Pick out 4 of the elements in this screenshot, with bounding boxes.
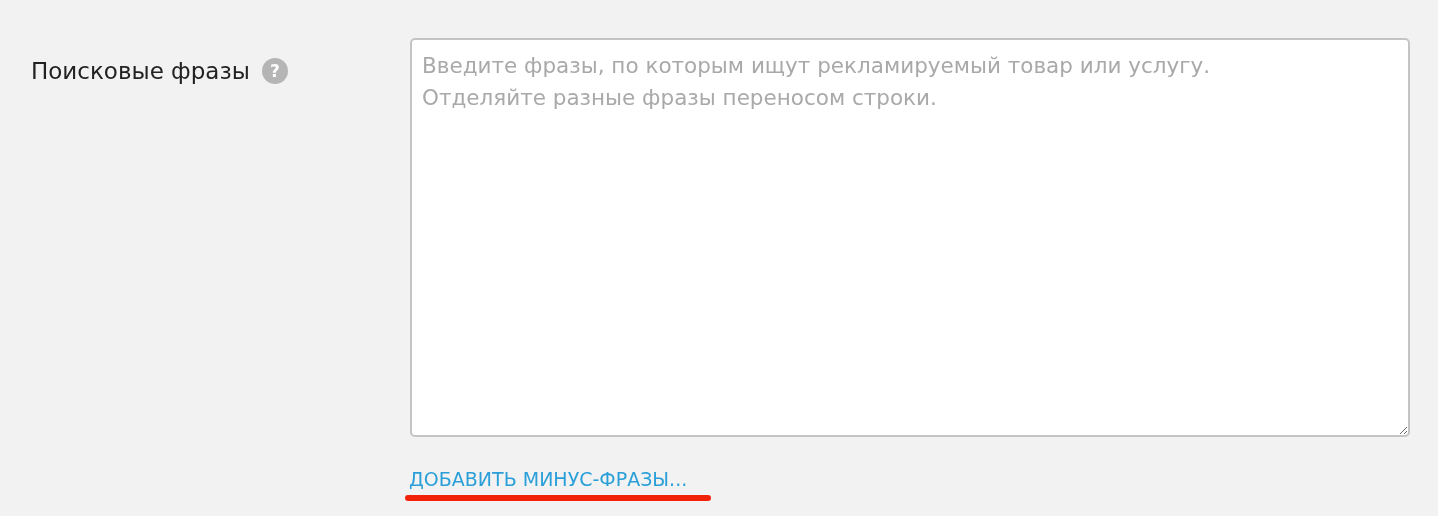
field-label: Поисковые фразы [31,58,250,84]
help-icon[interactable]: ? [261,58,288,84]
phrases-field[interactable]: Введите фразы, по которым ищут рекламируемый товар или услугу. Отделяйте разные фразы переносом строки. [410,38,1410,437]
add-link[interactable]: ДОБАВИТЬ МИНУС-ФРАЗЫ... [409,468,688,490]
